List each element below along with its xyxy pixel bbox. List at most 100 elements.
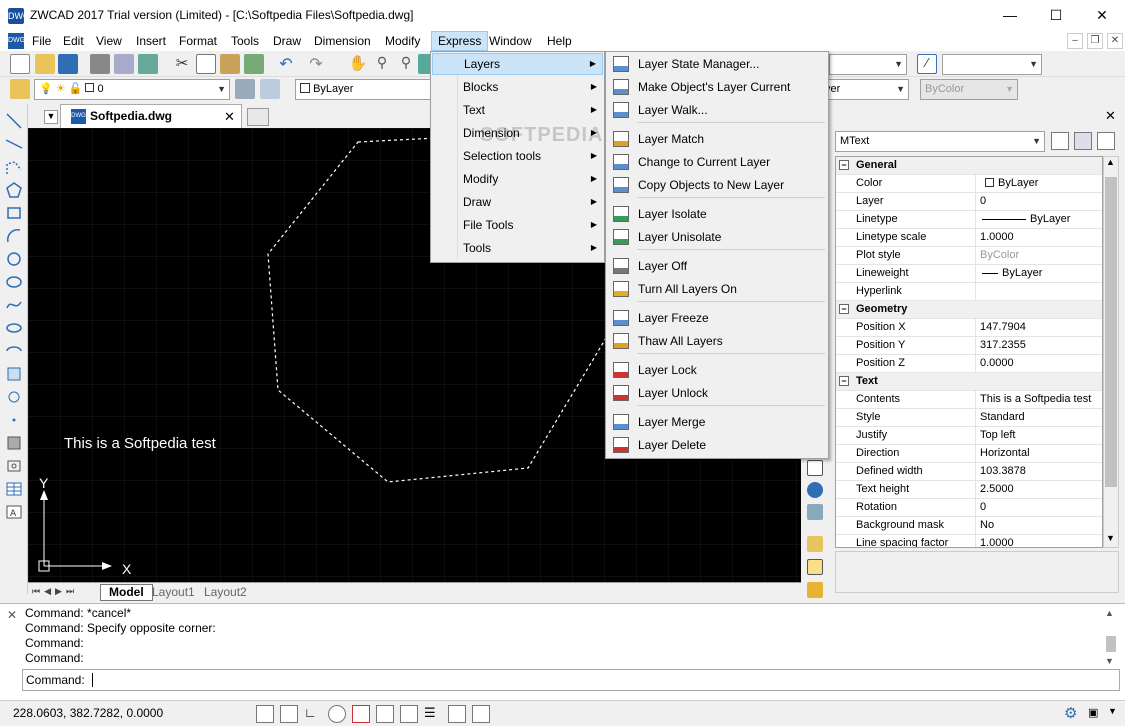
layers-submenu-item[interactable]: Layer Off xyxy=(607,255,827,277)
property-row[interactable]: Color ByLayer xyxy=(836,175,1102,193)
property-value[interactable]: 2.5000 xyxy=(978,481,1102,499)
rectangle-icon[interactable] xyxy=(5,204,23,222)
property-row[interactable]: Style Standard xyxy=(836,409,1102,427)
zoom-realtime-icon[interactable]: ⚲ xyxy=(372,54,392,74)
property-value[interactable] xyxy=(978,283,1102,301)
property-row[interactable]: Linetype ByLayer xyxy=(836,211,1102,229)
dimstyle-icon[interactable]: ⁄ xyxy=(917,54,937,74)
property-row[interactable]: Position Z 0.0000 xyxy=(836,355,1102,373)
scroll-down-icon[interactable]: ▼ xyxy=(1106,533,1115,543)
polygon-icon[interactable] xyxy=(5,181,23,199)
gear-icon[interactable]: ⚙ xyxy=(1064,704,1077,722)
menu-file[interactable]: File xyxy=(26,31,57,51)
insert-block-icon[interactable] xyxy=(5,365,23,383)
new-tab-button[interactable] xyxy=(247,108,269,126)
close-button[interactable]: ✕ xyxy=(1079,0,1125,31)
scroll-down-icon[interactable]: ▼ xyxy=(1105,656,1114,666)
express-menu-item[interactable]: Modify ▶ xyxy=(432,168,603,190)
zoom-window-icon[interactable]: ⚲ xyxy=(396,54,416,74)
circle-icon[interactable] xyxy=(5,250,23,268)
layer-combo[interactable]: 💡 ☀ 🔓 0 ▼ xyxy=(34,79,230,100)
express-menu-item[interactable]: Text ▶ xyxy=(432,99,603,121)
close-panel-icon[interactable]: ✕ xyxy=(1105,108,1116,124)
toolbar-combo-1[interactable]: ▼ xyxy=(829,54,907,75)
menu-view[interactable]: View xyxy=(90,31,128,51)
layers-submenu-item[interactable]: Layer Unisolate xyxy=(607,226,827,248)
property-category[interactable]: − Geometry xyxy=(836,301,1102,319)
property-value[interactable]: ByLayer xyxy=(978,265,1102,283)
layers-submenu-item[interactable]: Layer Delete xyxy=(607,434,827,456)
property-row[interactable]: Plot style ByColor xyxy=(836,247,1102,265)
tab-list-button[interactable]: ▼ xyxy=(44,110,58,124)
polyline-icon[interactable] xyxy=(5,158,23,176)
express-menu-item[interactable]: Dimension ▶ xyxy=(432,122,603,144)
make-current-icon[interactable] xyxy=(235,79,255,99)
property-row[interactable]: Position X 147.7904 xyxy=(836,319,1102,337)
line-icon[interactable] xyxy=(5,112,23,130)
property-row[interactable]: Layer 0 xyxy=(836,193,1102,211)
ellipse-icon[interactable] xyxy=(5,319,23,337)
tab-model[interactable]: Model xyxy=(100,584,153,601)
property-row[interactable]: Linetype scale 1.0000 xyxy=(836,229,1102,247)
property-value[interactable]: 1.0000 xyxy=(978,535,1102,547)
mdi-minimize-button[interactable]: – xyxy=(1067,33,1083,49)
scroll-up-icon[interactable]: ▲ xyxy=(1106,157,1115,167)
hatch-icon[interactable] xyxy=(5,434,23,452)
layers-submenu-item[interactable]: Layer Lock xyxy=(607,359,827,381)
collapse-icon[interactable]: − xyxy=(839,160,849,170)
table-icon[interactable] xyxy=(5,480,23,498)
property-value[interactable]: Top left xyxy=(978,427,1102,445)
property-scrollbar[interactable]: ▲ ▼ xyxy=(1103,156,1119,548)
menu-edit[interactable]: Edit xyxy=(57,31,90,51)
property-value[interactable]: 1.0000 xyxy=(978,229,1102,247)
property-row[interactable]: Text height 2.5000 xyxy=(836,481,1102,499)
express-menu-item[interactable]: File Tools ▶ xyxy=(432,214,603,236)
property-row[interactable]: Rotation 0 xyxy=(836,499,1102,517)
express-menu-item[interactable]: Selection tools ▶ xyxy=(432,145,603,167)
region-icon[interactable] xyxy=(5,457,23,475)
mdi-close-button[interactable]: ✕ xyxy=(1107,33,1123,49)
copy-icon[interactable] xyxy=(196,54,216,74)
property-row[interactable]: Background mask No xyxy=(836,517,1102,535)
spline-icon[interactable] xyxy=(5,296,23,314)
property-value[interactable]: ByLayer xyxy=(978,175,1102,193)
new-file-icon[interactable] xyxy=(10,54,30,74)
tab-layout2[interactable]: Layout2 xyxy=(204,585,247,599)
property-value[interactable]: 0 xyxy=(978,499,1102,517)
menu-insert[interactable]: Insert xyxy=(130,31,172,51)
property-value[interactable]: ByColor xyxy=(978,247,1102,265)
menu-draw[interactable]: Draw xyxy=(267,31,307,51)
otrack-icon[interactable] xyxy=(376,705,394,723)
property-value[interactable]: 0.0000 xyxy=(978,355,1102,373)
snap-icon[interactable] xyxy=(256,705,274,723)
save-icon[interactable] xyxy=(58,54,78,74)
property-value[interactable]: No xyxy=(978,517,1102,535)
dynamic-ucs-icon[interactable] xyxy=(400,705,418,723)
layers-submenu-item[interactable]: Layer Match xyxy=(607,128,827,150)
menu-format[interactable]: Format xyxy=(173,31,223,51)
layers-submenu-item[interactable]: Layer Walk... xyxy=(607,99,827,121)
layers-submenu-item[interactable]: Change to Current Layer xyxy=(607,151,827,173)
express-menu-item[interactable]: Draw ▶ xyxy=(432,191,603,213)
command-scroll-thumb[interactable] xyxy=(1106,636,1116,652)
property-value[interactable]: This is a Softpedia test xyxy=(978,391,1102,409)
dimstyle-combo[interactable]: ▼ xyxy=(942,54,1042,75)
quick-select-icon[interactable] xyxy=(1097,132,1115,150)
layers-submenu-item[interactable]: Turn All Layers On xyxy=(607,278,827,300)
revision-cloud-icon[interactable] xyxy=(5,273,23,291)
cut-icon[interactable]: ✂ xyxy=(172,54,192,74)
property-row[interactable]: Contents This is a Softpedia test xyxy=(836,391,1102,409)
lineweight-icon[interactable]: ☰ xyxy=(424,705,442,723)
close-tab-icon[interactable]: ✕ xyxy=(224,109,235,125)
clean-screen-icon[interactable]: ▣ xyxy=(1088,706,1098,719)
ortho-icon[interactable]: ∟ xyxy=(304,705,322,723)
layout-nav-arrows[interactable]: ⏮◀▶⏭ xyxy=(32,586,78,597)
select-objects-icon[interactable] xyxy=(1074,132,1092,150)
minimize-button[interactable]: — xyxy=(987,0,1033,31)
express-menu-item[interactable]: Tools ▶ xyxy=(432,237,603,259)
collapse-icon[interactable]: − xyxy=(839,376,849,386)
scroll-thumb[interactable] xyxy=(1105,177,1117,487)
print-preview-icon[interactable] xyxy=(114,54,134,74)
layers-submenu-item[interactable]: Layer Isolate xyxy=(607,203,827,225)
mtext-icon[interactable]: A xyxy=(5,503,23,521)
